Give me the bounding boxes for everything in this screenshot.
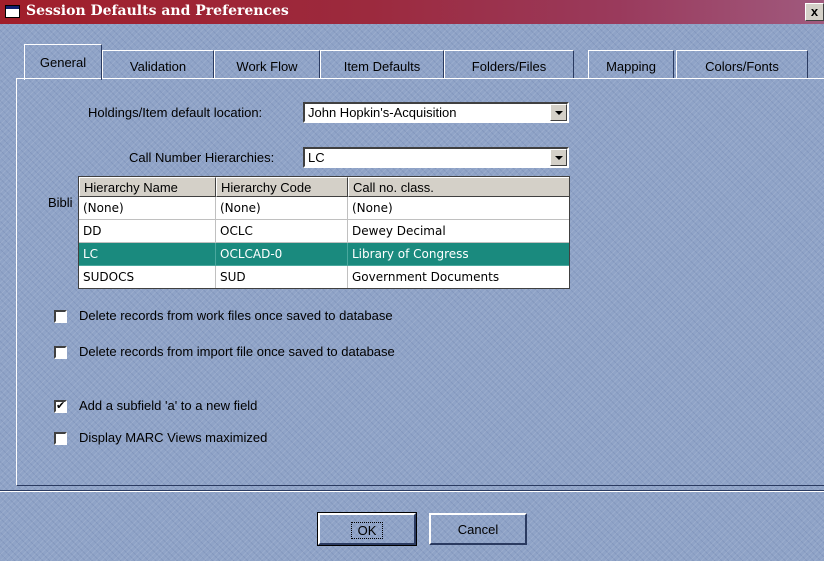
tab-validation[interactable]: Validation (102, 50, 214, 78)
tab-label: Work Flow (236, 59, 298, 74)
tab-label: Mapping (606, 59, 656, 74)
cell-hierarchy-name: (None) (79, 197, 216, 220)
window-icon (5, 5, 20, 18)
tab-general[interactable]: General (24, 44, 102, 80)
delete-from-import-file-checkbox[interactable] (54, 346, 67, 359)
tab-label: Colors/Fonts (705, 59, 779, 74)
table-row-selected[interactable]: LC OCLCAD-0 Library of Congress (79, 243, 569, 266)
call-number-hierarchies-value: LC (308, 150, 325, 165)
ok-button-label: OK (350, 522, 384, 539)
chevron-down-icon[interactable] (550, 104, 567, 121)
tab-colors-fonts[interactable]: Colors/Fonts (676, 50, 808, 78)
cell-call-no-class: Government Documents (348, 266, 569, 288)
cancel-button-label: Cancel (457, 522, 499, 537)
tab-label: General (39, 55, 87, 70)
holdings-location-label: Holdings/Item default location: (88, 105, 263, 120)
hierarchy-dropdown-list[interactable]: Hierarchy Name Hierarchy Code Call no. c… (78, 176, 570, 289)
cell-call-no-class: (None) (348, 197, 569, 220)
add-subfield-a-label: Add a subfield 'a' to a new field (79, 398, 258, 413)
hierarchy-table-header: Hierarchy Name Hierarchy Code Call no. c… (79, 177, 569, 197)
cell-hierarchy-code: (None) (216, 197, 348, 220)
display-marc-views-maximized-label: Display MARC Views maximized (79, 430, 268, 445)
holdings-location-select[interactable]: John Hopkin's-Acquisition (303, 102, 569, 123)
table-row[interactable]: SUDOCS SUD Government Documents (79, 266, 569, 288)
table-row[interactable]: DD OCLC Dewey Decimal (79, 220, 569, 243)
cell-hierarchy-code: OCLCAD-0 (216, 243, 348, 266)
tab-label: Item Defaults (343, 59, 421, 74)
delete-from-work-files-checkbox[interactable] (54, 310, 67, 323)
tab-label: Folders/Files (471, 59, 547, 74)
tab-work-flow[interactable]: Work Flow (214, 50, 320, 78)
call-number-hierarchies-select[interactable]: LC (303, 147, 569, 168)
column-header-call-no-class[interactable]: Call no. class. (348, 177, 569, 197)
cell-hierarchy-name: SUDOCS (79, 266, 216, 288)
display-marc-views-maximized-checkbox[interactable] (54, 432, 67, 445)
cell-call-no-class: Dewey Decimal (348, 220, 569, 243)
column-header-hierarchy-code[interactable]: Hierarchy Code (216, 177, 348, 197)
close-button[interactable]: x (805, 3, 824, 21)
tab-item-defaults[interactable]: Item Defaults (320, 50, 444, 78)
tab-mapping[interactable]: Mapping (588, 50, 674, 78)
delete-from-work-files-label: Delete records from work files once save… (79, 308, 393, 323)
call-number-hierarchies-label: Call Number Hierarchies: (129, 150, 275, 165)
chevron-down-icon[interactable] (550, 149, 567, 166)
ok-button[interactable]: OK (317, 512, 417, 546)
obscured-label: Bibli (48, 195, 73, 210)
window-title: Session Defaults and Preferences (26, 3, 289, 19)
cell-hierarchy-name: DD (79, 220, 216, 243)
divider (0, 491, 824, 492)
table-row[interactable]: (None) (None) (None) (79, 197, 569, 220)
delete-from-import-file-label: Delete records from import file once sav… (79, 344, 395, 359)
column-header-hierarchy-name[interactable]: Hierarchy Name (79, 177, 216, 197)
title-bar[interactable]: Session Defaults and Preferences x (0, 0, 824, 24)
tab-label: Validation (129, 59, 187, 74)
add-subfield-a-checkbox[interactable] (54, 399, 67, 413)
tab-folders-files[interactable]: Folders/Files (444, 50, 574, 78)
cancel-button[interactable]: Cancel (429, 513, 527, 545)
cell-hierarchy-code: OCLC (216, 220, 348, 243)
cell-hierarchy-code: SUD (216, 266, 348, 288)
cell-hierarchy-name: LC (79, 243, 216, 266)
holdings-location-value: John Hopkin's-Acquisition (308, 105, 457, 120)
cell-call-no-class: Library of Congress (348, 243, 569, 266)
